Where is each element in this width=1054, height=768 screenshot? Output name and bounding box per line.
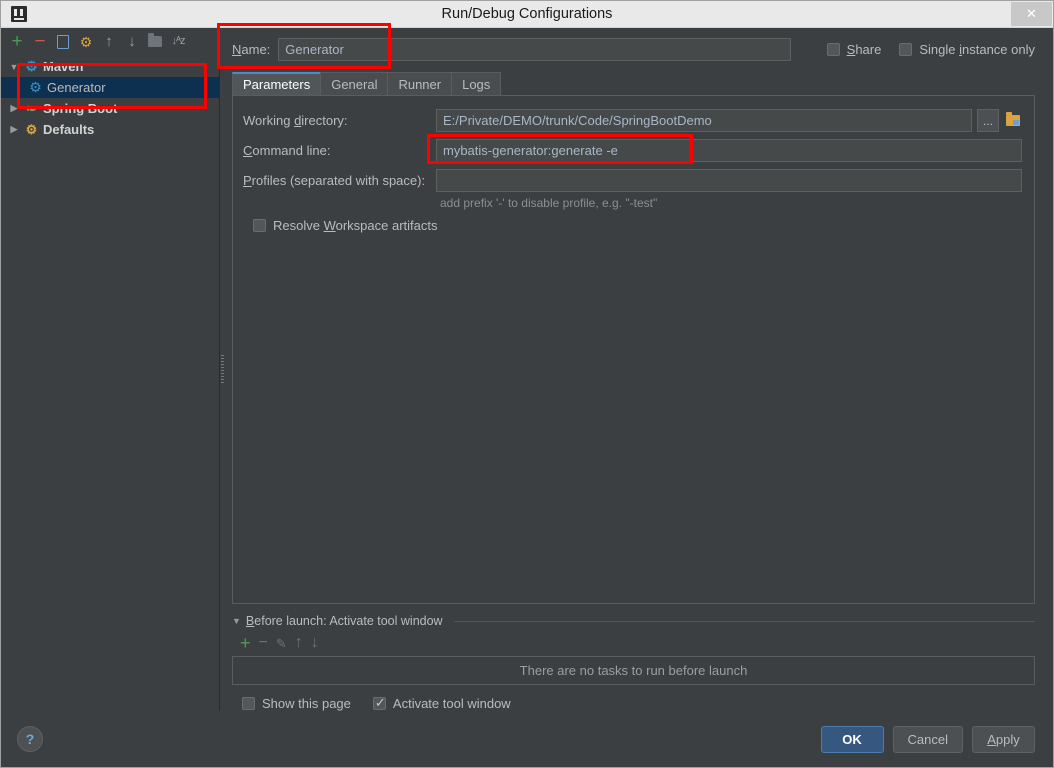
browse-directory-button[interactable]: ... xyxy=(977,109,999,132)
before-launch-header[interactable]: ▼ Before launch: Activate tool window xyxy=(232,612,1035,630)
section-divider xyxy=(453,620,1035,622)
move-down-button[interactable]: ↓ xyxy=(122,32,142,52)
single-instance-label: Single instance only xyxy=(919,42,1035,57)
wrench-icon: ⚙ xyxy=(25,122,38,137)
remove-task-button[interactable]: − xyxy=(259,635,268,651)
dialog-footer: ? OK Cancel Apply xyxy=(1,711,1053,767)
tab-logs[interactable]: Logs xyxy=(451,72,502,95)
edit-defaults-wrench-icon[interactable]: ⚙ xyxy=(76,32,96,52)
activate-tool-window-label: Activate tool window xyxy=(392,696,511,711)
help-button[interactable]: ? xyxy=(17,726,43,752)
checkbox-box xyxy=(899,43,913,56)
before-launch-toolbar: + − ✎ ↑ ↓ xyxy=(232,630,1035,656)
show-this-page-checkbox[interactable]: Show this page xyxy=(242,696,351,711)
panel-splitter[interactable] xyxy=(220,28,225,711)
before-launch-section: ▼ Before launch: Activate tool window + … xyxy=(232,612,1035,711)
working-directory-label: Working directory: xyxy=(243,113,348,128)
chevron-right-icon[interactable]: ▶ xyxy=(5,124,23,135)
run-debug-configurations-dialog: Run/Debug Configurations ✕ + − ⚙ ↑ ↓ ↓ᴬz… xyxy=(0,0,1054,768)
share-checkbox[interactable]: Share xyxy=(826,42,882,57)
move-up-button[interactable]: ↑ xyxy=(99,32,119,52)
dialog-body: + − ⚙ ↑ ↓ ↓ᴬz ▼ ⚙ Maven ⚙ Generator ▶ ❧ … xyxy=(1,28,1053,711)
move-task-down-button[interactable]: ↓ xyxy=(311,635,319,651)
tab-runner[interactable]: Runner xyxy=(387,72,453,95)
tree-node-maven[interactable]: ▼ ⚙ Maven xyxy=(1,56,219,77)
remove-configuration-button[interactable]: − xyxy=(30,32,50,52)
profiles-row: Profiles (separated with space): xyxy=(243,168,1022,193)
name-label: Name: xyxy=(232,42,271,57)
tree-node-generator[interactable]: ⚙ Generator xyxy=(1,77,219,98)
profiles-hint: add prefix '-' to disable profile, e.g. … xyxy=(440,196,658,210)
tree-node-label: Defaults xyxy=(43,122,95,137)
name-row: Name: Generator Share Single instance on… xyxy=(232,34,1035,65)
before-launch-task-list: There are no tasks to run before launch xyxy=(232,656,1035,685)
footer-buttons: OK Cancel Apply xyxy=(820,725,1035,753)
gear-icon: ⚙ xyxy=(25,58,38,74)
add-configuration-button[interactable]: + xyxy=(7,32,27,52)
tree-node-label: Spring Boot xyxy=(43,101,118,116)
checkbox-box-checked xyxy=(372,695,386,711)
tree-node-defaults[interactable]: ▶ ⚙ Defaults xyxy=(1,119,219,140)
configurations-tree-panel: + − ⚙ ↑ ↓ ↓ᴬz ▼ ⚙ Maven ⚙ Generator ▶ ❧ … xyxy=(1,28,220,711)
ok-button[interactable]: OK xyxy=(820,725,884,753)
configurations-tree: ▼ ⚙ Maven ⚙ Generator ▶ ❧ Spring Boot ▶ … xyxy=(1,55,219,711)
apply-button[interactable]: Apply xyxy=(972,725,1035,753)
working-directory-input[interactable]: E:/Private/DEMO/trunk/Code/SpringBootDem… xyxy=(436,109,972,132)
tree-node-spring-boot[interactable]: ▶ ❧ Spring Boot xyxy=(1,98,219,119)
chevron-down-icon[interactable]: ▼ xyxy=(232,616,241,626)
leaf-icon: ❧ xyxy=(26,101,37,116)
checkbox-box xyxy=(253,219,266,232)
name-input[interactable]: Generator xyxy=(278,38,792,61)
checkbox-box xyxy=(242,697,255,710)
checkbox-box xyxy=(826,43,840,56)
tree-node-label: Generator xyxy=(47,80,106,95)
dialog-title: Run/Debug Configurations xyxy=(441,6,613,22)
sort-az-icon[interactable]: ↓ᴬz xyxy=(168,32,188,52)
top-checkboxes: Share Single instance only xyxy=(826,42,1035,57)
parameters-panel: Working directory: E:/Private/DEMO/trunk… xyxy=(232,95,1035,604)
before-launch-title: Before launch: Activate tool window xyxy=(245,614,443,628)
copy-configuration-button[interactable] xyxy=(53,32,73,52)
working-directory-row: Working directory: E:/Private/DEMO/trunk… xyxy=(243,108,1022,133)
single-instance-only-checkbox[interactable]: Single instance only xyxy=(899,42,1035,57)
activate-tool-window-checkbox[interactable]: Activate tool window xyxy=(372,695,511,711)
tree-node-label: Maven xyxy=(43,59,84,74)
configuration-editor-panel: Name: Generator Share Single instance on… xyxy=(220,28,1053,711)
profiles-input[interactable] xyxy=(436,169,1022,192)
resolve-workspace-label: Resolve Workspace artifacts xyxy=(273,218,438,233)
tab-general[interactable]: General xyxy=(320,72,389,95)
parameters-tabs: Parameters General Runner Logs xyxy=(232,72,1035,95)
create-folder-button[interactable] xyxy=(145,32,165,52)
resolve-workspace-artifacts-checkbox[interactable]: Resolve Workspace artifacts xyxy=(253,218,1022,233)
profiles-label: Profiles (separated with space): xyxy=(243,173,426,188)
tree-toolbar: + − ⚙ ↑ ↓ ↓ᴬz xyxy=(1,28,219,55)
move-task-up-button[interactable]: ↑ xyxy=(295,635,303,651)
add-task-button[interactable]: + xyxy=(240,634,251,652)
module-folder-icon[interactable] xyxy=(1004,109,1022,132)
command-line-input[interactable]: mybatis-generator:generate -e xyxy=(436,139,1022,162)
tab-parameters[interactable]: Parameters xyxy=(232,72,322,95)
before-launch-checkboxes: Show this page Activate tool window xyxy=(242,695,1035,711)
gear-icon: ⚙ xyxy=(29,79,42,95)
splitter-grip-icon xyxy=(221,354,224,385)
close-button[interactable]: ✕ xyxy=(1011,2,1052,26)
command-line-row: Command line: mybatis-generator:generate… xyxy=(243,138,1022,163)
edit-task-pencil-icon[interactable]: ✎ xyxy=(276,637,287,650)
share-label: Share xyxy=(846,42,882,57)
cancel-button[interactable]: Cancel xyxy=(892,725,963,753)
chevron-right-icon[interactable]: ▶ xyxy=(5,103,23,114)
chevron-down-icon[interactable]: ▼ xyxy=(5,62,23,72)
title-bar: Run/Debug Configurations ✕ xyxy=(1,1,1053,28)
show-this-page-label: Show this page xyxy=(262,696,351,711)
command-line-label: Command line: xyxy=(243,143,331,158)
intellij-idea-logo-icon xyxy=(11,6,27,22)
